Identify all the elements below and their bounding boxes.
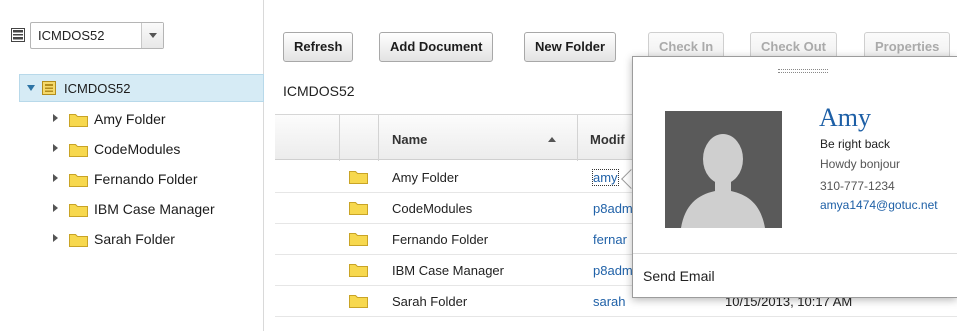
avatar bbox=[665, 111, 782, 228]
row-name[interactable]: Fernando Folder bbox=[392, 232, 488, 247]
add-document-button[interactable]: Add Document bbox=[379, 32, 494, 62]
column-divider bbox=[577, 115, 578, 161]
chevron-down-icon[interactable] bbox=[141, 23, 163, 48]
tree-root-node[interactable]: ICMDOS52 bbox=[19, 74, 264, 102]
repository-folder-icon bbox=[42, 81, 56, 95]
tree-item-amy-folder[interactable]: Amy Folder bbox=[19, 104, 264, 134]
repository-select[interactable]: ICMDOS52 bbox=[30, 22, 164, 49]
folder-icon bbox=[349, 264, 368, 277]
folder-icon bbox=[69, 174, 88, 187]
contact-phone: 310-777-1234 bbox=[820, 179, 895, 193]
row-modified-by-link[interactable]: sarah bbox=[593, 294, 626, 309]
collapsed-triangle-icon[interactable] bbox=[53, 114, 58, 122]
business-card-popup: Amy Be right back Howdy bonjour 310-777-… bbox=[632, 56, 957, 298]
contact-status: Be right back bbox=[820, 137, 891, 151]
tree-item-label: Amy Folder bbox=[94, 111, 166, 127]
row-name[interactable]: IBM Case Manager bbox=[392, 263, 504, 278]
tree-item-label: Fernando Folder bbox=[94, 171, 198, 187]
drag-handle[interactable] bbox=[778, 69, 828, 73]
navigation-pane: ICMDOS52 ICMDOS52 Amy Folder CodeModules… bbox=[0, 0, 264, 331]
column-header-name[interactable]: Name bbox=[392, 132, 427, 147]
repository-icon bbox=[11, 28, 25, 42]
sort-ascending-icon[interactable] bbox=[548, 137, 556, 142]
row-modified-by-link[interactable]: amy bbox=[592, 169, 619, 186]
folder-icon bbox=[69, 204, 88, 217]
tree-item-fernando-folder[interactable]: Fernando Folder bbox=[19, 164, 264, 194]
new-folder-button[interactable]: New Folder bbox=[524, 32, 617, 62]
tree-item-label: IBM Case Manager bbox=[94, 201, 215, 217]
folder-icon bbox=[349, 233, 368, 246]
folder-icon bbox=[69, 234, 88, 247]
refresh-button[interactable]: Refresh bbox=[283, 32, 354, 62]
row-name[interactable]: CodeModules bbox=[392, 201, 472, 216]
row-modified-by-link[interactable]: p8adm bbox=[593, 201, 633, 216]
collapsed-triangle-icon[interactable] bbox=[53, 174, 58, 182]
folder-icon bbox=[349, 295, 368, 308]
row-name[interactable]: Amy Folder bbox=[392, 170, 458, 185]
contact-message: Howdy bonjour bbox=[820, 157, 901, 171]
row-modified-by-link[interactable]: fernar bbox=[593, 232, 627, 247]
folder-icon bbox=[69, 114, 88, 127]
expanded-triangle-icon[interactable] bbox=[27, 85, 35, 91]
folder-icon bbox=[349, 171, 368, 184]
breadcrumb: ICMDOS52 bbox=[283, 83, 355, 99]
repository-select-value: ICMDOS52 bbox=[38, 28, 105, 43]
tree-item-label: Sarah Folder bbox=[94, 231, 175, 247]
column-divider bbox=[378, 115, 379, 161]
contact-name: Amy bbox=[819, 103, 871, 132]
contact-email-link[interactable]: amya1474@gotuc.net bbox=[820, 198, 938, 212]
collapsed-triangle-icon[interactable] bbox=[53, 204, 58, 212]
collapsed-triangle-icon[interactable] bbox=[53, 234, 58, 242]
column-header-modified-by[interactable]: Modif bbox=[590, 132, 625, 147]
divider bbox=[633, 253, 957, 254]
column-divider bbox=[339, 115, 340, 161]
tree-item-label: CodeModules bbox=[94, 141, 181, 157]
send-email-action[interactable]: Send Email bbox=[643, 268, 715, 284]
tree-item-codemodules[interactable]: CodeModules bbox=[19, 134, 264, 164]
tree-root-label: ICMDOS52 bbox=[64, 81, 131, 96]
tree-item-sarah-folder[interactable]: Sarah Folder bbox=[19, 224, 264, 254]
person-silhouette-icon bbox=[665, 111, 782, 228]
collapsed-triangle-icon[interactable] bbox=[53, 144, 58, 152]
folder-icon bbox=[69, 144, 88, 157]
row-modified-by-link[interactable]: p8adm bbox=[593, 263, 633, 278]
row-name[interactable]: Sarah Folder bbox=[392, 294, 467, 309]
folder-icon bbox=[349, 202, 368, 215]
tree-item-ibm-case-manager[interactable]: IBM Case Manager bbox=[19, 194, 264, 224]
